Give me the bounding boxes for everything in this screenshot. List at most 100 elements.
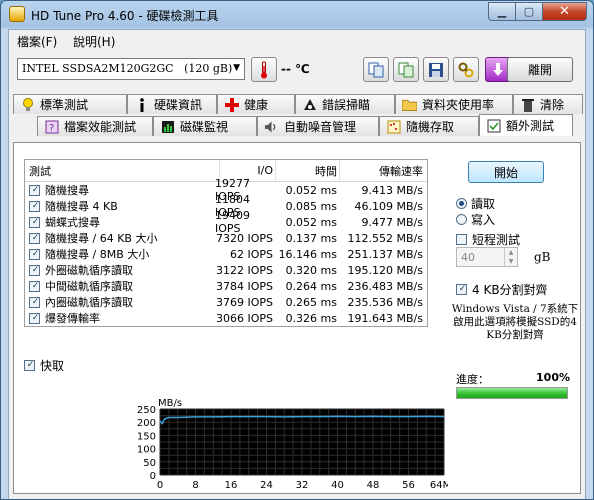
toolbar: INTEL SSDSA2M120G2GC (120 gB) ▼ -- ℃ 離開	[9, 52, 585, 88]
maximize-button[interactable]: ▢	[515, 2, 542, 21]
transfer-chart: MB/s0501001502002500816243240485664MB	[126, 393, 458, 493]
maximize-icon: ▢	[523, 5, 535, 18]
row-test-name: 中間磁軌循序讀取	[45, 280, 133, 293]
drive-select[interactable]: INTEL SSDSA2M120G2GC (120 gB) ▼	[17, 58, 245, 80]
tab-label: 自動噪音管理	[284, 120, 357, 134]
tab-error-scan[interactable]: 錯誤掃瞄	[295, 94, 395, 114]
tab-standard[interactable]: 標準測試	[13, 94, 127, 114]
short-test-option[interactable]: 短程測試	[456, 231, 520, 248]
align-label: 4 KB分割對齊	[472, 283, 548, 297]
tab-disk-info[interactable]: 硬碟資訊	[127, 94, 217, 114]
row-rate: 191.643 MB/s	[347, 311, 423, 325]
row-checkbox[interactable]	[29, 296, 41, 308]
tab-random-access[interactable]: 隨機存取	[379, 116, 479, 136]
menu-file[interactable]: 檔案(F)	[17, 33, 57, 50]
tab-label: 標準測試	[40, 98, 89, 112]
temperature-value: -- ℃	[281, 62, 310, 76]
extra-tests-panel: 測試 I/O 時間 傳輸速率 隨機搜尋19277 IOPS0.052 ms9.4…	[13, 142, 581, 494]
drive-model: INTEL SSDSA2M120G2GC	[22, 62, 174, 75]
short-test-checkbox[interactable]	[456, 234, 467, 245]
row-rate: 112.552 MB/s	[347, 231, 423, 245]
spin-down-icon[interactable]: ▼	[504, 257, 517, 266]
x-tick-label: 48	[367, 480, 380, 491]
tab-label: 錯誤掃瞄	[322, 98, 371, 112]
write-radio[interactable]	[456, 214, 467, 225]
minimize-button[interactable]: ▁	[488, 2, 515, 21]
tab-health[interactable]: 健康	[217, 94, 295, 114]
row-rate: 195.120 MB/s	[347, 263, 423, 277]
start-button[interactable]: 開始	[468, 161, 544, 183]
row-checkbox[interactable]	[29, 232, 41, 244]
write-label: 寫入	[471, 213, 496, 227]
row-time: 0.052 ms	[285, 215, 337, 229]
header-time[interactable]: 時間	[277, 160, 337, 181]
tab-erase[interactable]: 清除	[513, 94, 583, 114]
header-rate[interactable]: 傳輸速率	[341, 160, 423, 181]
row-rate: 251.137 MB/s	[347, 247, 423, 261]
align-option[interactable]: 4 KB分割對齊	[456, 281, 548, 298]
short-test-size-input[interactable]: 40 ▲ ▼	[456, 247, 518, 267]
row-io: 3066 IOPS	[215, 311, 273, 325]
chart-svg: MB/s0501001502002500816243240485664MB	[137, 398, 458, 491]
read-radio[interactable]	[456, 198, 467, 209]
row-checkbox[interactable]	[29, 200, 41, 212]
app-window: HD Tune Pro 4.60 - 硬碟檢測工具 ▁ ▢ ✕ 檔案(F) 說明…	[0, 0, 594, 500]
row-io: 19409 IOPS	[215, 209, 250, 235]
close-button[interactable]: ✕	[542, 2, 587, 21]
row-test-name: 隨機搜尋 / 8MB 大小	[45, 248, 150, 261]
title-bar[interactable]: HD Tune Pro 4.60 - 硬碟檢測工具 ▁ ▢ ✕	[1, 1, 593, 28]
row-rate: 236.483 MB/s	[347, 279, 423, 293]
row-time: 0.264 ms	[285, 279, 337, 293]
progress-fill	[457, 388, 567, 398]
extra-test-icon	[486, 118, 501, 133]
x-tick-label: 40	[331, 480, 344, 491]
copy-all-button[interactable]	[393, 57, 419, 82]
save-button[interactable]	[423, 57, 449, 82]
table-row: 蝴蝶式搜尋 19409 IOPS 0.052 ms 9.477 MB/s	[25, 209, 427, 235]
row-checkbox[interactable]	[29, 312, 41, 324]
tab-label: 硬碟資訊	[154, 98, 203, 112]
row-checkbox[interactable]	[29, 280, 41, 292]
x-tick-label: 8	[192, 480, 198, 491]
chevron-down-icon: ▼	[233, 63, 240, 73]
table-row: 隨機搜尋 / 64 KB 大小 7320 IOPS 0.137 ms 112.552 …	[25, 230, 427, 246]
row-checkbox[interactable]	[29, 248, 41, 260]
spin-up-icon[interactable]: ▲	[504, 248, 517, 257]
table-row: 內圈磁軌循序讀取 3769 IOPS 0.265 ms 235.536 MB/s	[25, 294, 427, 310]
read-option[interactable]: 讀取	[456, 195, 495, 212]
x-tick-label: 24	[260, 480, 273, 491]
drive-size: (120 gB)	[184, 62, 233, 75]
row-checkbox[interactable]	[29, 184, 41, 196]
chain-icon	[458, 62, 474, 77]
align-checkbox[interactable]	[456, 284, 468, 295]
tab-extra-tests[interactable]: 額外測試	[479, 114, 573, 136]
temperature-button[interactable]	[251, 57, 277, 82]
random-access-icon	[386, 119, 401, 134]
tab-aam[interactable]: 自動噪音管理	[257, 116, 379, 136]
exit-button[interactable]: 離開	[507, 57, 573, 82]
short-test-label: 短程測試	[472, 233, 521, 247]
write-option[interactable]: 寫入	[456, 211, 495, 228]
tab-label: 檔案效能測試	[64, 120, 137, 134]
tab-folder-usage[interactable]: 資料夾使用率	[395, 94, 513, 114]
quick-checkbox[interactable]	[24, 360, 36, 371]
y-axis-label: MB/s	[158, 398, 182, 409]
row-checkbox[interactable]	[29, 264, 41, 276]
minimize-icon: ▁	[497, 5, 507, 18]
bulb-icon	[20, 97, 35, 112]
quick-option[interactable]: 快取	[24, 357, 64, 374]
menu-help[interactable]: 說明(H)	[73, 33, 115, 50]
vista-note: Windows Vista / 7系統下啟用此選項將模擬SSD的4 KB分割對齊	[451, 303, 579, 341]
row-checkbox[interactable]	[29, 216, 41, 228]
row-rate: 9.477 MB/s	[361, 215, 423, 229]
copy-info-button[interactable]	[363, 57, 389, 82]
x-tick-label: 56	[402, 480, 415, 491]
row-rate: 46.109 MB/s	[354, 199, 423, 213]
options-button[interactable]	[453, 57, 479, 82]
tab-file-benchmark[interactable]: ? 檔案效能測試	[37, 116, 153, 136]
progress-bar	[456, 387, 568, 399]
row-test-name: 隨機搜尋 4 KB	[45, 200, 118, 213]
y-tick-label: 100	[137, 445, 156, 456]
tab-disk-monitor[interactable]: 磁碟監視	[153, 116, 257, 136]
header-test[interactable]: 測試	[29, 160, 219, 181]
